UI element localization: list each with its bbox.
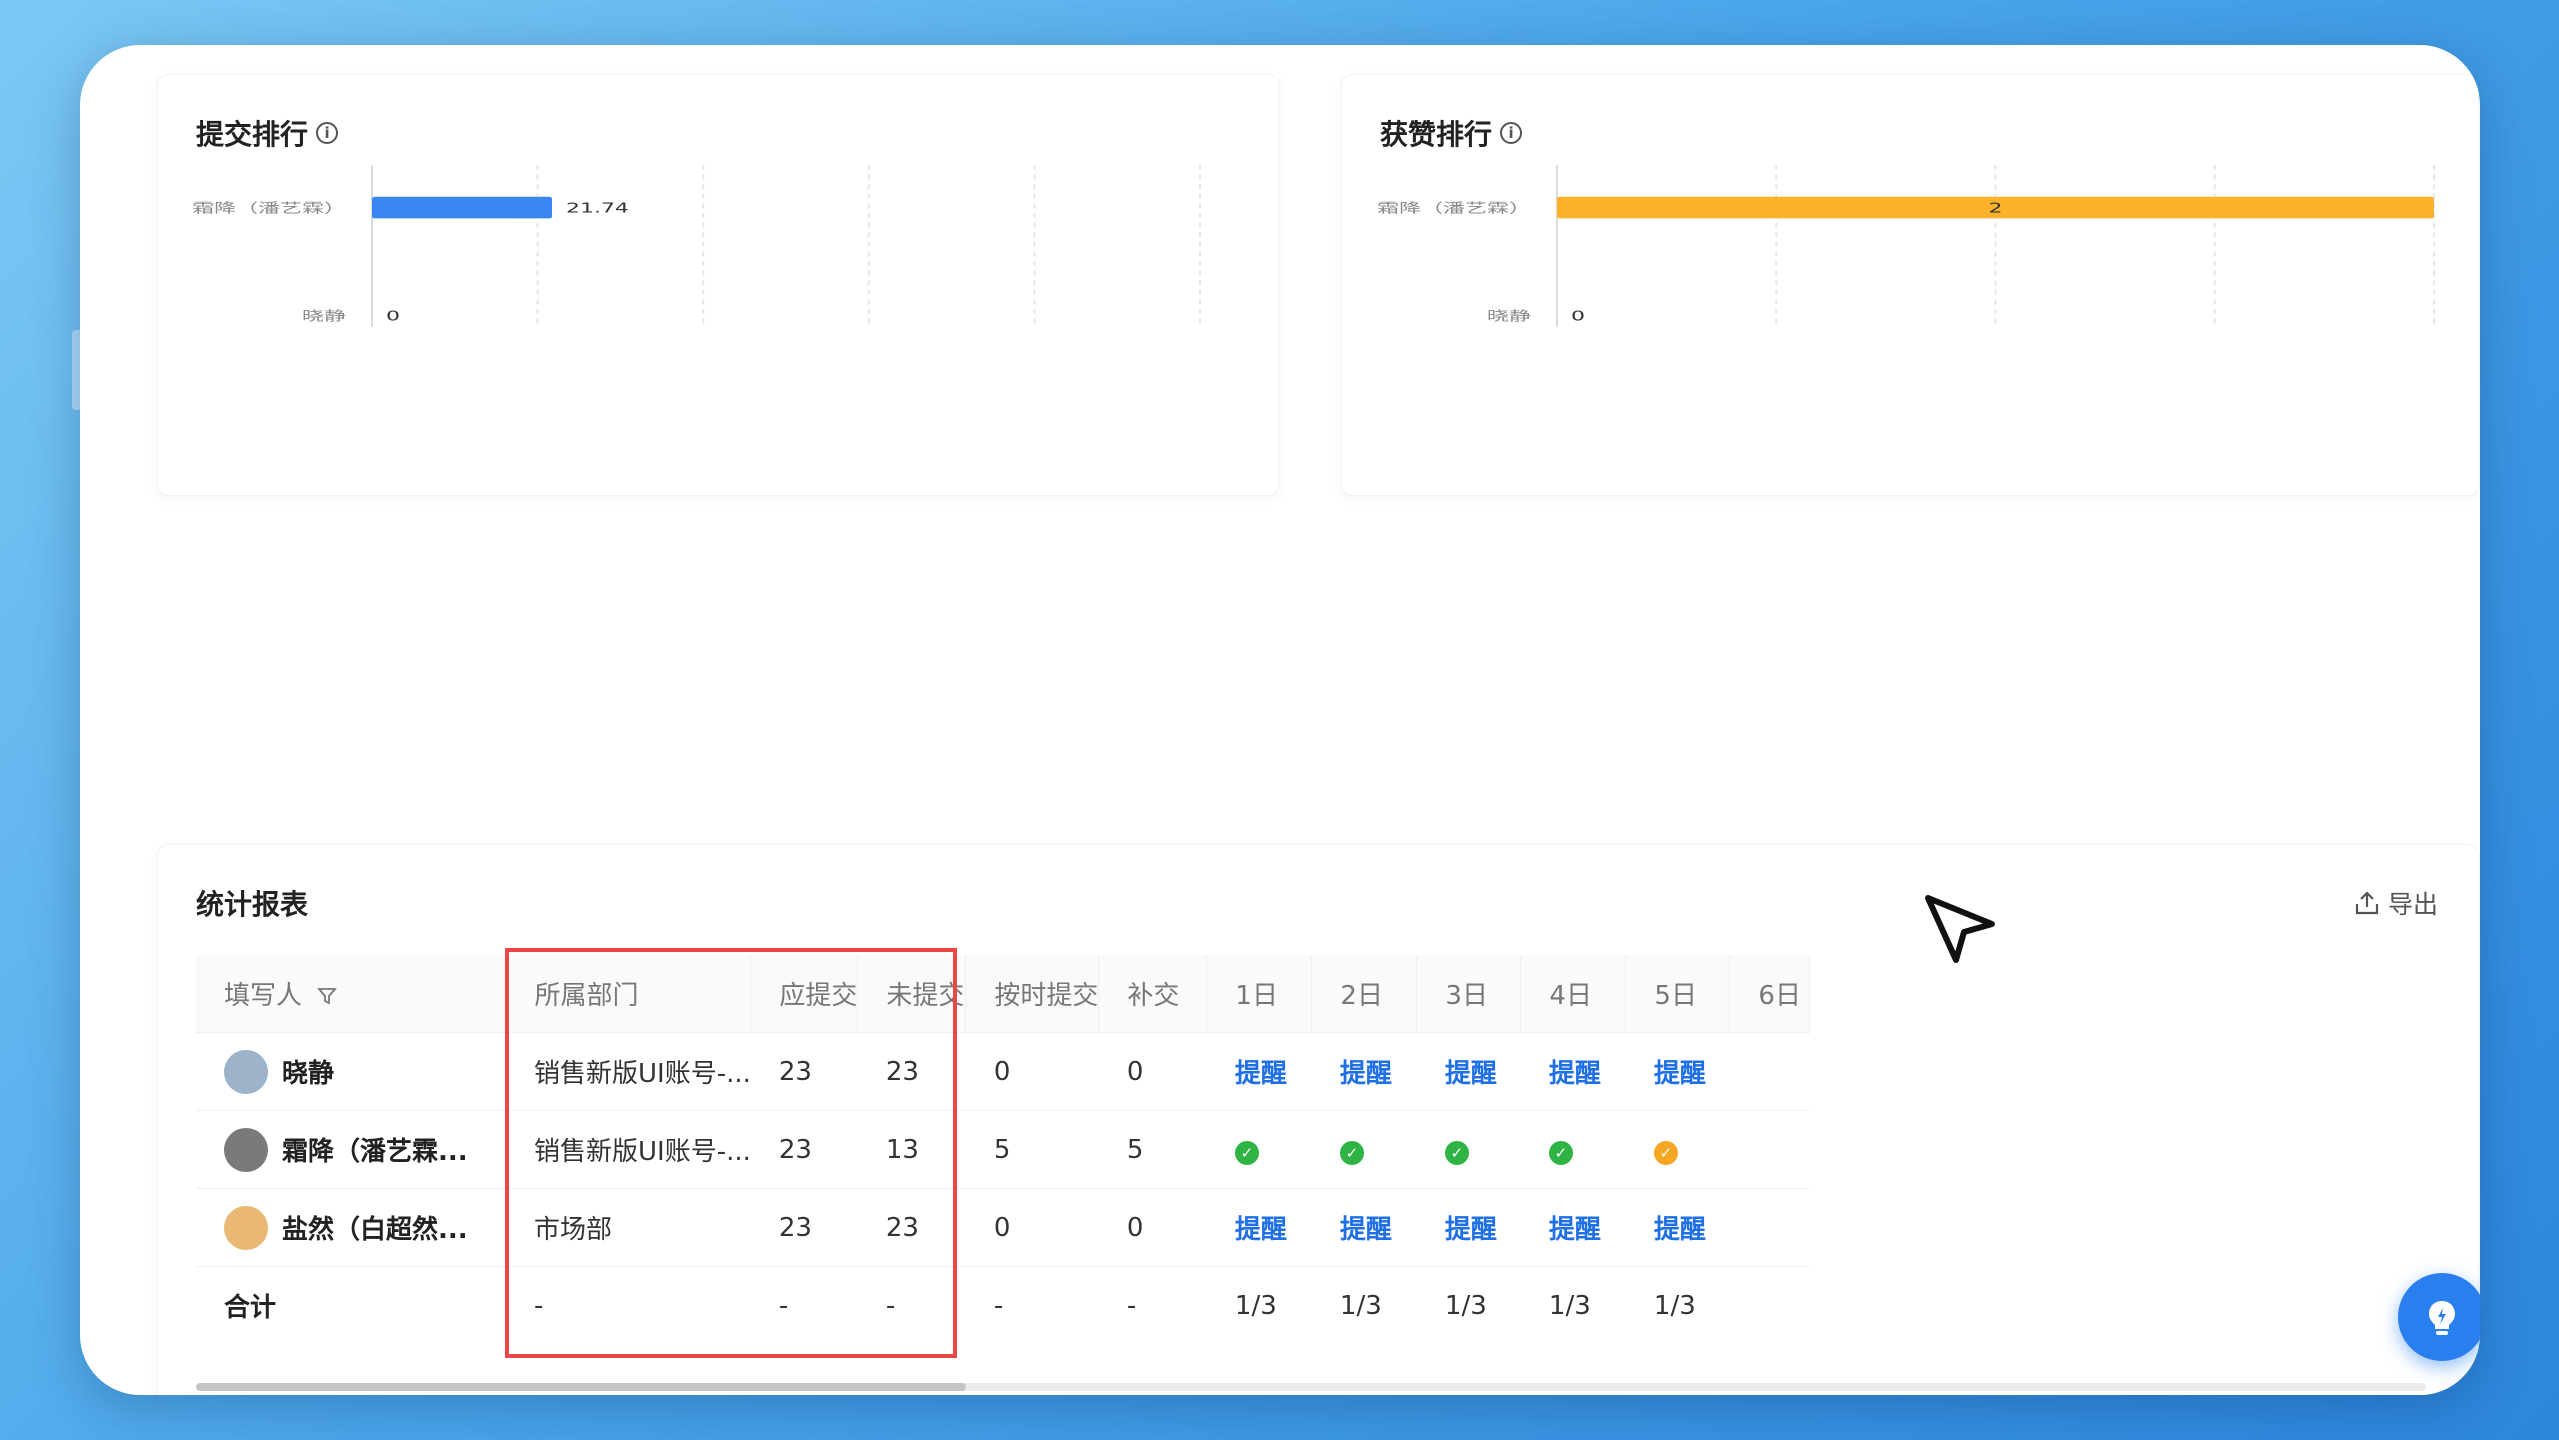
- y-category-label: 霜降（潘艺霖）: [192, 201, 346, 216]
- day-6-cell: [1729, 1032, 1810, 1111]
- header-filler-label: 填写人: [224, 981, 303, 1011]
- table-total-row: 合计 - - - - -1/3 1/3 1/3 1/3 1/3: [196, 1267, 1810, 1345]
- total-day-1: 1/3: [1234, 1290, 1277, 1321]
- day-3-cell: 提醒: [1416, 1032, 1521, 1111]
- table-row: 霜降（潘艺霖... 销售新版UI账号-... 23 13 5 5 ✓ ✓ ✓ ✓ ✓: [196, 1110, 1810, 1189]
- remind-link[interactable]: 提醒: [1445, 1059, 1497, 1089]
- bar-value-label: 0: [386, 309, 400, 324]
- day-2-cell: 提醒: [1311, 1032, 1417, 1111]
- remind-link[interactable]: 提醒: [1340, 1059, 1392, 1089]
- day-1-cell: ✓: [1206, 1110, 1312, 1189]
- header-day-6: 6日: [1729, 955, 1811, 1033]
- header-day-3: 3日: [1416, 955, 1522, 1033]
- avatar: [224, 1049, 268, 1094]
- day-4-cell: 提醒: [1520, 1188, 1626, 1267]
- filler-cell: 霜降（潘艺霖...: [196, 1110, 506, 1189]
- like-rank-chart: 00.511.52霜降（潘艺霖）2晓静0盐然（白超然）0: [1377, 165, 2435, 327]
- floating-help-button[interactable]: [2398, 1273, 2480, 1361]
- y-category-label: 晓静: [302, 309, 346, 324]
- table-row: 盐然（白超然... 市场部 23 23 0 0 提醒 提醒 提醒 提醒 提醒: [196, 1188, 1810, 1267]
- day-5-cell: 提醒: [1625, 1032, 1730, 1111]
- header-ontime: 按时提交: [965, 955, 1100, 1033]
- bar: [372, 196, 553, 219]
- check-circle-icon: ✓: [1653, 1140, 1678, 1165]
- day-5-cell: 提醒: [1625, 1188, 1730, 1267]
- bar-value-label: 2: [1988, 201, 2002, 216]
- y-category-label: 霜降（潘艺霖）: [1377, 201, 1531, 216]
- table-row: 晓静 销售新版UI账号-... 23 23 0 0 提醒 提醒 提醒 提醒 提醒: [196, 1032, 1810, 1111]
- ontime-cell: 0: [965, 1032, 1099, 1111]
- day-3-cell: ✓: [1416, 1110, 1521, 1189]
- filter-icon[interactable]: [316, 985, 338, 1007]
- bar-value-label: 0: [1571, 309, 1585, 324]
- total-day-2: 1/3: [1339, 1290, 1382, 1321]
- table-header-row: 填写人 所属部门 应提交 未提交 按时提交 补交 1日 2日 3日 4日 5日: [196, 955, 1811, 1033]
- remind-link[interactable]: 提醒: [1235, 1059, 1287, 1089]
- like-rank-card: 获赞排行 i 00.511.52霜降（潘艺霖）2晓静0盐然（白超然）0: [1342, 75, 2478, 495]
- check-circle-icon: ✓: [1234, 1140, 1259, 1165]
- lightbulb-icon: [2429, 1301, 2455, 1335]
- header-day-2: 2日: [1311, 955, 1418, 1033]
- late-cell: 0: [1098, 1188, 1207, 1267]
- remind-link[interactable]: 提醒: [1654, 1059, 1706, 1089]
- remind-link[interactable]: 提醒: [1445, 1215, 1497, 1245]
- avatar: [224, 1127, 268, 1172]
- total-day-5: 1/3: [1653, 1290, 1696, 1321]
- late-cell: 0: [1098, 1032, 1207, 1111]
- total-day-6: [1730, 1267, 1810, 1345]
- filler-cell: 晓静: [196, 1032, 506, 1111]
- remind-link[interactable]: 提醒: [1235, 1215, 1287, 1245]
- stats-table: 填写人 所属部门 应提交 未提交 按时提交 补交 1日 2日 3日 4日 5日: [196, 955, 1811, 1345]
- avatar: [224, 1205, 268, 1250]
- export-button[interactable]: 导出: [2354, 885, 2438, 921]
- remind-link[interactable]: 提醒: [1340, 1215, 1392, 1245]
- day-6-cell: [1729, 1110, 1810, 1189]
- filler-name: 盐然（白超然...: [282, 1215, 468, 1245]
- remind-link[interactable]: 提醒: [1549, 1215, 1601, 1245]
- late-cell: 5: [1098, 1110, 1207, 1189]
- submit-rank-chart: 020406080100%霜降（潘艺霖）21.74晓静0盐然（白超然）0: [192, 165, 1201, 327]
- export-label: 导出: [2387, 890, 2438, 919]
- filler-name: 霜降（潘艺霖...: [282, 1137, 468, 1167]
- scrollbar-thumb[interactable]: [196, 1383, 966, 1391]
- upload-icon: [2355, 891, 2379, 915]
- submit-rank-card: 提交排行 i 020406080100%霜降（潘艺霖）21.74晓静0盐然（白超…: [158, 75, 1278, 495]
- highlight-box: [505, 948, 957, 1358]
- filler-cell: 盐然（白超然...: [196, 1188, 506, 1267]
- y-category-label: 晓静: [1487, 309, 1531, 324]
- day-5-cell: ✓: [1625, 1110, 1730, 1189]
- app-window: 提交排行 i 020406080100%霜降（潘艺霖）21.74晓静0盐然（白超…: [80, 45, 2480, 1395]
- remind-link[interactable]: 提醒: [1549, 1059, 1601, 1089]
- check-circle-icon: ✓: [1339, 1140, 1364, 1165]
- header-late: 补交: [1098, 955, 1208, 1033]
- remind-link[interactable]: 提醒: [1654, 1215, 1706, 1245]
- total-day-4: 1/3: [1548, 1290, 1591, 1321]
- ontime-cell: 0: [965, 1188, 1099, 1267]
- total-ontime: -: [993, 1290, 1004, 1321]
- stats-report-title: 统计报表: [196, 888, 309, 921]
- header-day-4: 4日: [1520, 955, 1627, 1033]
- total-late: -: [1126, 1290, 1137, 1321]
- bar-value-label: 21.74: [566, 201, 629, 216]
- check-circle-icon: ✓: [1444, 1140, 1469, 1165]
- day-2-cell: 提醒: [1311, 1188, 1417, 1267]
- total-day-3: 1/3: [1444, 1290, 1487, 1321]
- day-6-cell: [1729, 1188, 1810, 1267]
- pointer-cursor-icon: [1925, 895, 1995, 963]
- header-filler[interactable]: 填写人: [196, 955, 507, 1033]
- day-4-cell: ✓: [1520, 1110, 1626, 1189]
- table-horizontal-scrollbar[interactable]: [196, 1383, 2426, 1391]
- day-3-cell: 提醒: [1416, 1188, 1521, 1267]
- day-2-cell: ✓: [1311, 1110, 1417, 1189]
- header-day-5: 5日: [1625, 955, 1731, 1033]
- header-day-1: 1日: [1206, 955, 1313, 1033]
- day-1-cell: 提醒: [1206, 1032, 1312, 1111]
- day-1-cell: 提醒: [1206, 1188, 1312, 1267]
- total-label: 合计: [224, 1293, 277, 1323]
- check-circle-icon: ✓: [1548, 1140, 1573, 1165]
- filler-name: 晓静: [282, 1059, 335, 1089]
- day-4-cell: 提醒: [1520, 1032, 1626, 1111]
- ontime-cell: 5: [965, 1110, 1099, 1189]
